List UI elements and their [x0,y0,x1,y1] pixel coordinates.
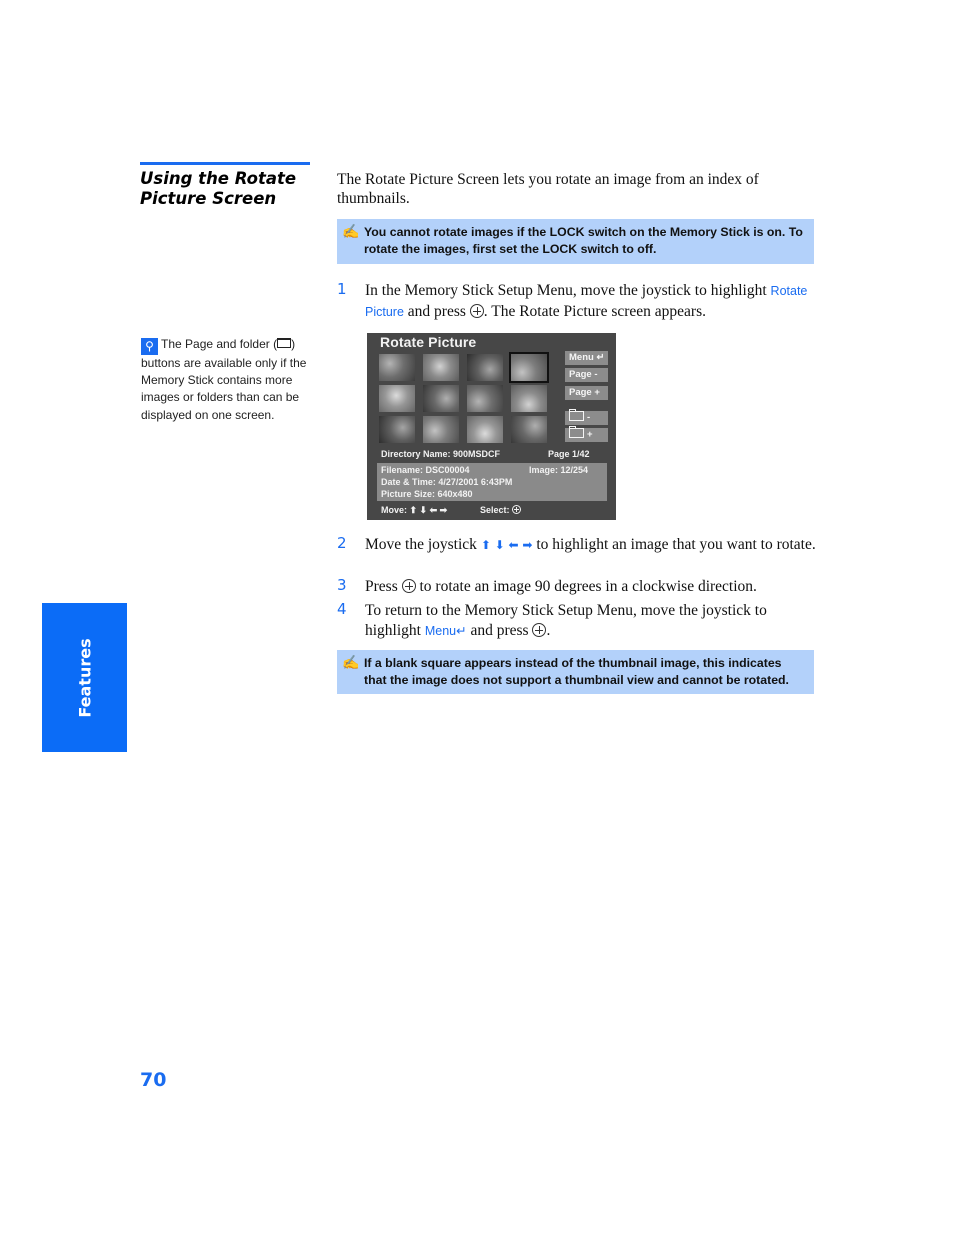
folder-icon [569,426,584,438]
step-text: and press [466,621,533,639]
joystick-press-icon [532,622,547,637]
picture-size: Picture Size: 640x480 [381,489,473,499]
note-pencil-icon: ✍ [342,654,360,670]
step-3: 3 Press to rotate an image 90 degrees in… [337,576,817,597]
thumbnail-image[interactable] [511,385,547,412]
ui-term-menu: Menu↵ [424,623,467,638]
step-text: . [546,621,551,639]
section-title: Using the Rotate Picture Screen [140,169,297,208]
folder-icon [569,409,584,421]
thumbnail-image[interactable] [379,354,415,381]
step-text: In the Memory Stick Setup Menu, move the… [365,282,771,299]
thumbnail-image[interactable] [511,416,547,443]
thumbnail-image[interactable] [379,385,415,412]
step-number: 4 [337,600,347,618]
page-indicator: Page 1/42 [548,449,590,459]
tv-menu-button[interactable]: Menu ↵ [565,351,608,365]
tv-screen-title: Rotate Picture [380,334,477,350]
note-text: You cannot rotate images if the LOCK swi… [364,225,803,256]
page-number: 70 [140,1069,167,1091]
step-number: 2 [337,534,347,552]
thumbnail-image[interactable] [509,352,549,383]
tv-folder-plus-label: + [587,429,593,440]
thumbnail-image[interactable] [423,354,459,381]
tip-text: The Page and folder ( [161,337,278,351]
tv-page-plus-button[interactable]: Page + [565,386,608,400]
tv-folder-minus-label: - [587,412,591,423]
move-hint: Move: ⬆ ⬇ ⬅ ➡ [381,505,448,515]
step-text: and press [403,302,470,320]
joystick-press-icon [469,303,484,318]
select-hint: Select: [480,505,522,515]
folder-icon [277,338,292,348]
hint-lightbulb-icon: ⚲ [141,338,158,355]
step-text: . The Rotate Picture screen appears. [483,302,707,320]
step-1: 1 In the Memory Stick Setup Menu, move t… [337,280,817,322]
tv-page-minus-button[interactable]: Page - [565,368,608,382]
step-text: Press [365,578,402,595]
thumbnail-image[interactable] [467,385,503,412]
step-text: Move the joystick [365,536,481,553]
note-text: If a blank square appears instead of the… [364,656,789,687]
thumbnail-image[interactable] [467,416,503,443]
step-2: 2 Move the joystick ⬆ ⬇ ⬅ ➡ to highlight… [337,534,817,556]
step-number: 3 [337,576,347,594]
note-box-lock: ✍ You cannot rotate images if the LOCK s… [337,219,814,264]
thumbnail-image[interactable] [423,416,459,443]
select-button-icon [512,505,522,514]
chapter-tab: Features [42,603,127,752]
chapter-tab-label: Features [75,637,94,718]
image-counter: Image: 12/254 [529,465,589,475]
step-number: 1 [337,280,347,298]
heading-rule [140,162,310,165]
note-box-blank-square: ✍ If a blank square appears instead of t… [337,650,814,694]
thumbnail-image[interactable] [379,416,415,443]
joystick-press-icon [401,579,416,593]
sidebar-tip: ⚲ The Page and folder () buttons are avai… [141,336,311,424]
note-pencil-icon: ✍ [342,223,360,239]
tv-folder-minus-button[interactable]: - [565,409,608,425]
step-4: 4 To return to the Memory Stick Setup Me… [337,600,817,641]
select-label: Select: [480,505,510,515]
joystick-arrows-icon: ⬆ ⬇ ⬅ ➡ [480,538,533,552]
tv-folder-plus-button[interactable]: + [565,426,608,442]
thumbnail-image[interactable] [467,354,503,381]
step-text: to highlight an image that you want to r… [532,536,816,553]
step-text: to rotate an image 90 degrees in a clock… [415,578,757,595]
intro-paragraph: The Rotate Picture Screen lets you rotat… [337,171,759,207]
image-info-panel: Filename: DSC00004 Image: 12/254 Date & … [377,463,607,501]
rotate-picture-screen: Rotate Picture Menu ↵ Page - Page + - + … [367,333,616,520]
directory-name: Directory Name: 900MSDCF [381,449,501,459]
thumbnail-image[interactable] [423,385,459,412]
date-time: Date & Time: 4/27/2001 6:43PM [381,477,513,487]
